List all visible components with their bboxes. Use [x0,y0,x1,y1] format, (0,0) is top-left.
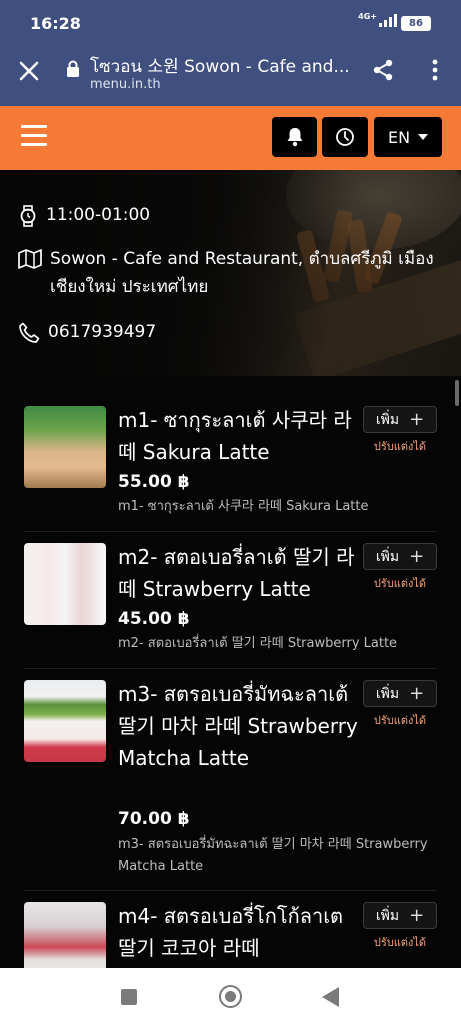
share-icon[interactable] [371,58,395,82]
menu-item-name[interactable]: m2- สตอเบอรี่ลาเต้ 딸기 라떼 Strawberry Latt… [118,541,358,605]
menu-item-description: m1- ซากุระลาเต้ 사쿠라 라떼 Sakura Latte [118,499,369,514]
menu-item-description: m2- สตอเบอรี่ลาเต้ 딸기 라떼 Strawberry Latt… [118,636,398,651]
back-icon[interactable] [322,987,339,1007]
item-divider [24,890,437,891]
notification-button[interactable] [272,117,317,157]
lock-icon [67,60,79,77]
status-time: 16:28 [30,14,81,33]
add-to-cart-button[interactable]: เพิ่ม + [363,902,437,929]
add-to-cart-button[interactable]: เพิ่ม + [363,406,437,433]
add-button-label: เพิ่ม [375,907,400,924]
scrollbar[interactable] [455,380,459,406]
menu-item-description: m3- สตรอเบอรี่มัทฉะลาเต้ 딸기 마차 라떼 Strawb… [118,837,428,874]
phone-icon [19,322,40,343]
item-divider [24,668,437,669]
opening-hours: 11:00-01:00 [18,201,150,229]
home-icon[interactable] [219,985,242,1008]
plus-icon: + [409,682,425,704]
customizable-label: ปรับแต่งได้ [373,936,427,949]
customizable-label: ปรับแต่งได้ [373,577,427,590]
menu-item-name[interactable]: m4- สตรอเบอรี่โกโก้ลาเต 딸기 코코아 라떼 [118,900,358,964]
site-navbar: EN [0,106,461,170]
plus-icon: + [409,408,425,430]
map-icon [18,249,42,269]
menu-item-name[interactable]: m3- สตรอเบอรี่มัทฉะลาเต้ 딸기 마차 라떼 Strawb… [118,678,358,774]
signal-icon [379,14,397,27]
menu-item-price: 55.00 ฿ [118,472,190,492]
menu-item-price: 70.00 ฿ [118,809,190,829]
system-navigation-bar [0,968,461,1024]
add-to-cart-button[interactable]: เพิ่ม + [363,543,437,570]
opening-hours-button[interactable] [322,117,368,157]
add-button-label: เพิ่ม [375,685,400,702]
item-divider [24,531,437,532]
battery-icon: 86 [401,16,431,31]
language-label: EN [387,127,411,147]
battery-level: 86 [409,18,423,29]
clock-icon [336,128,354,146]
address-text: Sowon - Cafe and Restaurant, ตำบลศรีภูมิ… [50,249,434,297]
hamburger-menu-icon[interactable] [21,125,47,147]
bell-icon [287,128,302,147]
hours-text: 11:00-01:00 [46,205,151,225]
customizable-label: ปรับแต่งได้ [373,440,427,453]
network-type: 4G+ [358,12,377,21]
phone-text[interactable]: 0617939497 [48,318,156,346]
menu-list: m1- ซากุระลาเต้ 사쿠라 라떼 Sakura Latte 55.0… [0,376,461,968]
restaurant-phone[interactable]: 0617939497 [18,318,156,346]
restaurant-address: Sowon - Cafe and Restaurant, ตำบลศรีภูมิ… [18,245,438,301]
add-button-label: เพิ่ม [375,548,400,565]
menu-item-image[interactable] [24,543,106,625]
page-domain[interactable]: menu.in.th [90,77,161,92]
plus-icon: + [409,545,425,567]
plus-icon: + [409,904,425,926]
browser-toolbar: โซวอน 소원 Sowon - Cafe and... menu.in.th [0,46,461,106]
customizable-label: ปรับแต่งได้ [373,714,427,727]
add-to-cart-button[interactable]: เพิ่ม + [363,680,437,707]
menu-item-image[interactable] [24,902,106,968]
menu-item-image[interactable] [24,680,106,762]
status-bar: 16:28 4G+ 86 [0,0,461,46]
add-button-label: เพิ่ม [375,411,400,428]
menu-item-price: 45.00 ฿ [118,609,190,629]
menu-item-name[interactable]: m1- ซากุระลาเต้ 사쿠라 라떼 Sakura Latte [118,404,358,468]
watch-icon [20,205,36,227]
language-selector[interactable]: EN [374,117,442,157]
more-options-icon[interactable] [429,58,441,82]
close-icon[interactable] [18,60,40,82]
chevron-down-icon [418,134,429,140]
recent-apps-icon[interactable] [121,989,137,1005]
page-title[interactable]: โซวอน 소원 Sowon - Cafe and... [90,52,352,80]
menu-item-image[interactable] [24,406,106,488]
restaurant-hero: 11:00-01:00 Sowon - Cafe and Restaurant,… [0,170,461,376]
